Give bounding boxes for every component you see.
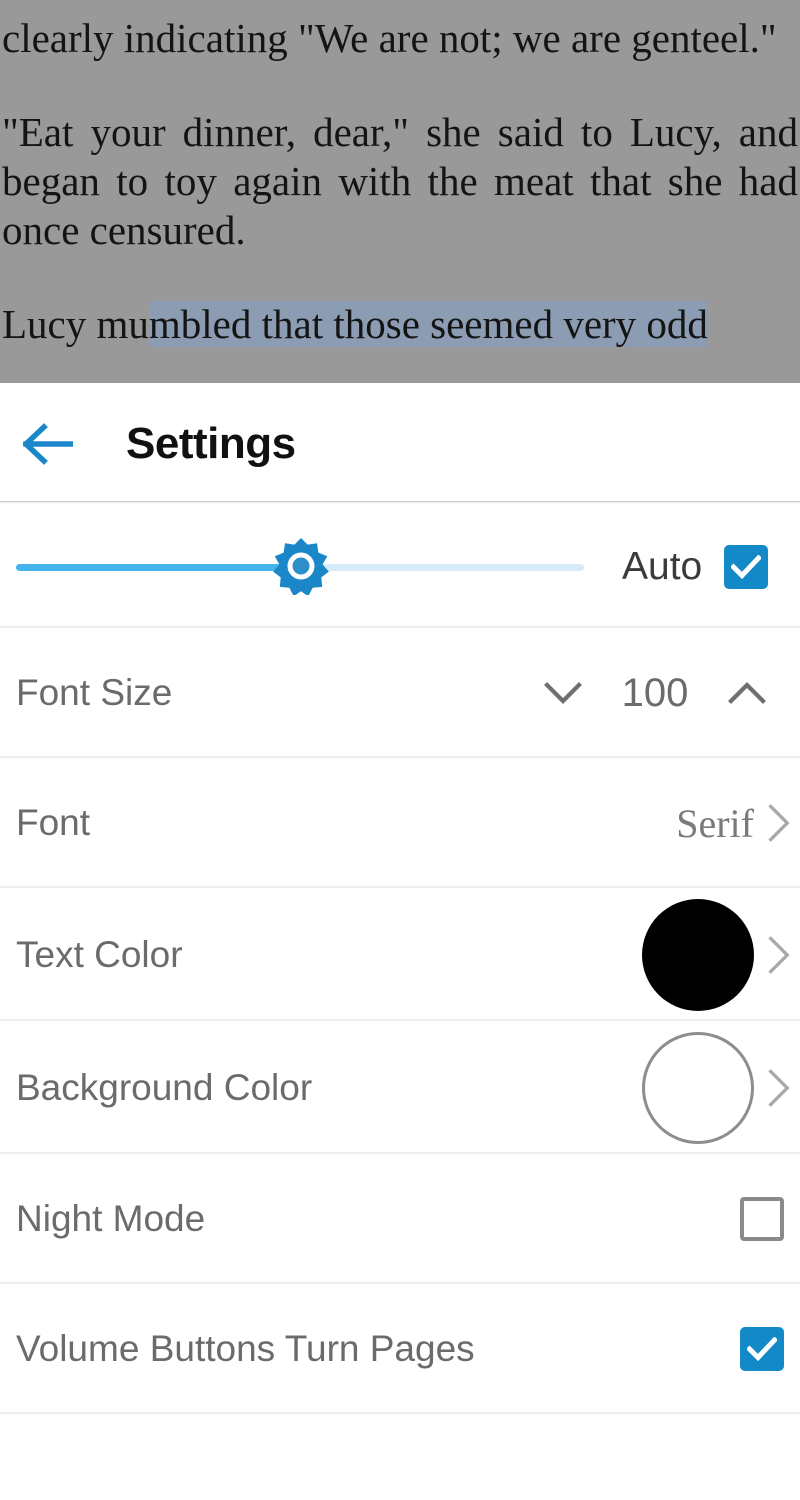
- volume-buttons-checkbox[interactable]: [740, 1327, 784, 1371]
- reader-content-dimmed: clearly indicating "We are not; we are g…: [0, 0, 800, 383]
- row-label-font-size: Font Size: [16, 672, 173, 713]
- font-size-increase-button[interactable]: [710, 656, 784, 730]
- slider-track-active: [16, 563, 288, 571]
- auto-brightness-checkbox[interactable]: [724, 544, 769, 589]
- settings-titlebar: Settings: [0, 383, 800, 505]
- chevron-right-icon: [768, 1068, 790, 1107]
- reader-paragraph: "Eat your dinner, dear," she said to Luc…: [2, 109, 798, 253]
- row-background-color[interactable]: Background Color: [0, 1021, 800, 1154]
- row-label-font: Font: [16, 802, 91, 843]
- text-color-chevron[interactable]: [768, 933, 790, 977]
- reader-text-selection: mbled that those seemed very odd: [148, 301, 708, 347]
- row-text-color[interactable]: Text Color: [0, 888, 800, 1021]
- row-font-size[interactable]: Font Size 100: [0, 628, 800, 758]
- settings-rows: Auto Font Size 100 Font Serif Text Color…: [0, 505, 800, 1474]
- settings-sheet: Settings Auto Font Size 100 Font Serif T…: [0, 383, 800, 1500]
- row-font[interactable]: Font Serif: [0, 758, 800, 888]
- row-label-background-color: Background Color: [16, 1066, 313, 1108]
- reader-paragraph-partial: Lucy mumbled that those seemed very odd: [2, 300, 798, 349]
- font-size-stepper: 100: [526, 656, 784, 730]
- app-root: clearly indicating "We are not; we are g…: [0, 0, 800, 1500]
- night-mode-checkbox[interactable]: [740, 1197, 784, 1241]
- row-brightness: Auto: [0, 505, 800, 628]
- font-size-decrease-button[interactable]: [526, 656, 600, 730]
- check-icon: [731, 554, 762, 579]
- font-value: Serif: [676, 800, 754, 846]
- reader-paragraph: clearly indicating "We are not; we are g…: [2, 15, 777, 61]
- font-size-value: 100: [621, 670, 689, 715]
- chevron-right-icon: [768, 935, 790, 974]
- row-label-text-color: Text Color: [16, 933, 183, 975]
- background-color-chevron[interactable]: [768, 1066, 790, 1110]
- row-label-night-mode: Night Mode: [16, 1198, 206, 1239]
- slider-thumb[interactable]: [272, 537, 330, 596]
- page-title: Settings: [126, 419, 296, 468]
- row-volume-buttons-turn-pages[interactable]: Volume Buttons Turn Pages: [0, 1284, 800, 1414]
- sheet-bottom-space: [0, 1414, 800, 1474]
- text-color-swatch[interactable]: [642, 898, 754, 1011]
- back-button[interactable]: [20, 416, 76, 472]
- auto-brightness-label: Auto: [622, 544, 703, 588]
- chevron-up-icon: [728, 682, 766, 704]
- row-night-mode[interactable]: Night Mode: [0, 1154, 800, 1284]
- check-icon: [747, 1337, 777, 1361]
- row-label-volume-buttons-turn-pages: Volume Buttons Turn Pages: [16, 1328, 475, 1369]
- background-color-swatch[interactable]: [642, 1031, 754, 1144]
- brightness-slider[interactable]: [16, 537, 586, 597]
- font-chevron[interactable]: [768, 801, 790, 845]
- reader-text-unselected: Lucy mu: [2, 301, 149, 347]
- arrow-left-icon: [23, 423, 73, 465]
- chevron-down-icon: [544, 682, 582, 704]
- chevron-right-icon: [768, 804, 790, 842]
- brightness-icon: [273, 537, 329, 596]
